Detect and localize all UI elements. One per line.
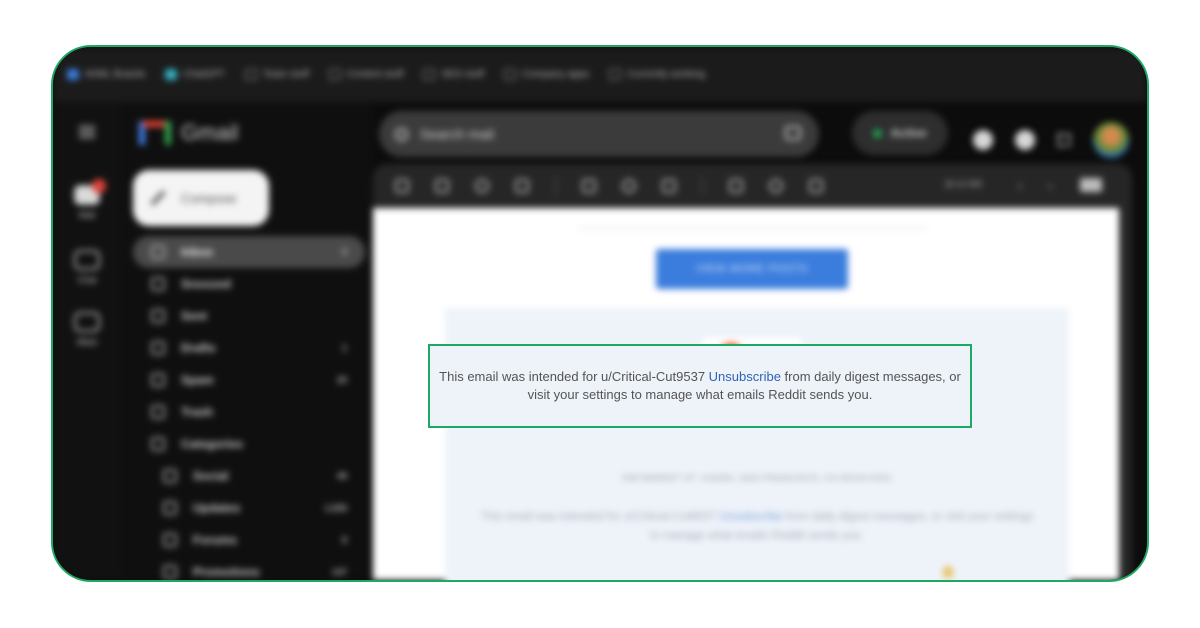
label-icon <box>151 437 165 451</box>
nav-item-trash[interactable]: Trash <box>133 396 365 428</box>
draft-icon <box>151 341 165 355</box>
chat-icon <box>74 250 100 270</box>
status-dot-icon <box>873 128 883 138</box>
add-task-icon[interactable] <box>662 179 676 193</box>
trash-icon <box>151 405 165 419</box>
unsubscribe-link[interactable]: Unsubscribe <box>719 511 783 523</box>
newer-icon[interactable]: ‹ <box>1018 179 1022 193</box>
label-icon[interactable] <box>769 179 783 193</box>
people-icon <box>163 469 177 483</box>
bookmark-content[interactable]: Content stuff <box>328 69 403 80</box>
nav-item-updates[interactable]: Updates 1,026 <box>133 492 365 524</box>
video-icon <box>74 312 100 332</box>
nav-item-snoozed[interactable]: Snoozed <box>133 268 365 300</box>
bell-icon <box>943 566 953 578</box>
hamburger-menu-icon[interactable] <box>79 126 95 138</box>
nav-item-promotions[interactable]: Promotions 147 <box>133 556 365 580</box>
sidebar: Gmail Compose Inbox 9 Snoozed Sent Drafts… <box>121 102 373 580</box>
rail-item-mail[interactable]: Mail <box>67 179 107 220</box>
header-actions <box>973 122 1129 158</box>
mark-unread-icon[interactable] <box>582 179 596 193</box>
folder-icon <box>244 69 257 80</box>
help-icon[interactable] <box>973 130 993 150</box>
toolbar-divider <box>555 177 556 195</box>
unsubscribe-link[interactable]: Unsubscribe <box>709 369 781 384</box>
search-icon <box>395 127 408 141</box>
folder-icon <box>328 69 341 80</box>
send-icon <box>151 309 165 323</box>
apps-grid-icon[interactable] <box>1057 133 1071 147</box>
compose-button[interactable]: Compose <box>133 170 269 226</box>
folder-icon <box>609 69 622 80</box>
footer-notice: This email was intended for u/Critical-C… <box>480 511 1034 542</box>
nav-item-categories[interactable]: Categories <box>133 428 365 460</box>
forum-icon <box>163 533 177 547</box>
folder-icon <box>504 69 517 80</box>
unsubscribe-notice-text: This email was intended for u/Critical-C… <box>439 368 961 403</box>
search-input[interactable]: Search mail <box>379 111 819 157</box>
pager: ‹ › <box>1018 179 1052 193</box>
bookmark-icon <box>67 69 79 80</box>
toolbar-divider <box>702 177 703 195</box>
nav-item-social[interactable]: Social 49 <box>133 460 365 492</box>
tag-icon <box>163 565 177 579</box>
spam-icon <box>151 373 165 387</box>
bookmark-currently-working[interactable]: Currently working <box>609 69 705 80</box>
mailbox-nav: Inbox 9 Snoozed Sent Drafts 1 Spam 20 Trash… <box>133 236 365 580</box>
info-icon <box>163 501 177 515</box>
delete-icon[interactable] <box>515 179 529 193</box>
snooze-icon[interactable] <box>622 179 636 193</box>
rail-item-meet[interactable]: Meet <box>67 312 107 347</box>
bookmark-seo[interactable]: SEO stuff <box>423 69 484 80</box>
blurred-background: AI/ML Boards ChatGPT Team stuff Content … <box>53 47 1147 580</box>
clock-icon <box>151 277 165 291</box>
top-bar: Search mail Active <box>373 102 1147 164</box>
move-to-icon[interactable] <box>729 179 743 193</box>
avatar[interactable] <box>1093 122 1129 158</box>
view-more-posts-button[interactable]: VIEW MORE POSTS <box>656 249 848 289</box>
gear-icon[interactable] <box>1015 130 1035 150</box>
bookmark-ai-boards[interactable]: AI/ML Boards <box>67 69 145 80</box>
inbox-icon <box>151 245 165 259</box>
bookmark-chatgpt[interactable]: ChatGPT <box>165 69 225 80</box>
bookmark-icon <box>165 69 178 80</box>
highlighted-unsubscribe-notice: This email was intended for u/Critical-C… <box>428 344 972 428</box>
status-selector[interactable]: Active <box>852 111 948 155</box>
keyboard-icon[interactable] <box>1080 178 1102 192</box>
screenshot-frame: AI/ML Boards ChatGPT Team stuff Content … <box>51 45 1149 582</box>
older-icon[interactable]: › <box>1048 179 1052 193</box>
pencil-icon <box>150 190 166 206</box>
divider <box>578 228 928 229</box>
message-toolbar: 26 of 435 ‹ › <box>373 164 1132 208</box>
nav-item-forums[interactable]: Forums 8 <box>133 524 365 556</box>
unread-badge <box>92 179 106 193</box>
folder-icon <box>423 69 436 80</box>
gmail-logo[interactable]: Gmail <box>139 120 238 146</box>
rail-item-chat[interactable]: Chat <box>67 250 107 285</box>
app-rail: Mail Chat Meet <box>53 102 121 580</box>
nav-item-drafts[interactable]: Drafts 1 <box>133 332 365 364</box>
more-icon[interactable] <box>809 179 823 193</box>
gmail-m-icon <box>139 121 171 145</box>
nav-item-sent[interactable]: Sent <box>133 300 365 332</box>
back-arrow-icon[interactable] <box>395 179 409 193</box>
report-spam-icon[interactable] <box>475 179 489 193</box>
bookmark-company-apps[interactable]: Company apps <box>504 69 589 80</box>
message-counter: 26 of 435 <box>944 179 982 189</box>
nav-item-inbox[interactable]: Inbox 9 <box>133 236 365 268</box>
company-address: 548 MARKET ST. #16093, SAN FRANCISCO, CA… <box>622 473 892 483</box>
archive-icon[interactable] <box>435 179 449 193</box>
nav-item-spam[interactable]: Spam 20 <box>133 364 365 396</box>
filter-icon[interactable] <box>785 126 801 140</box>
bookmarks-bar: AI/ML Boards ChatGPT Team stuff Content … <box>53 47 1147 102</box>
bookmark-team[interactable]: Team stuff <box>244 69 309 80</box>
